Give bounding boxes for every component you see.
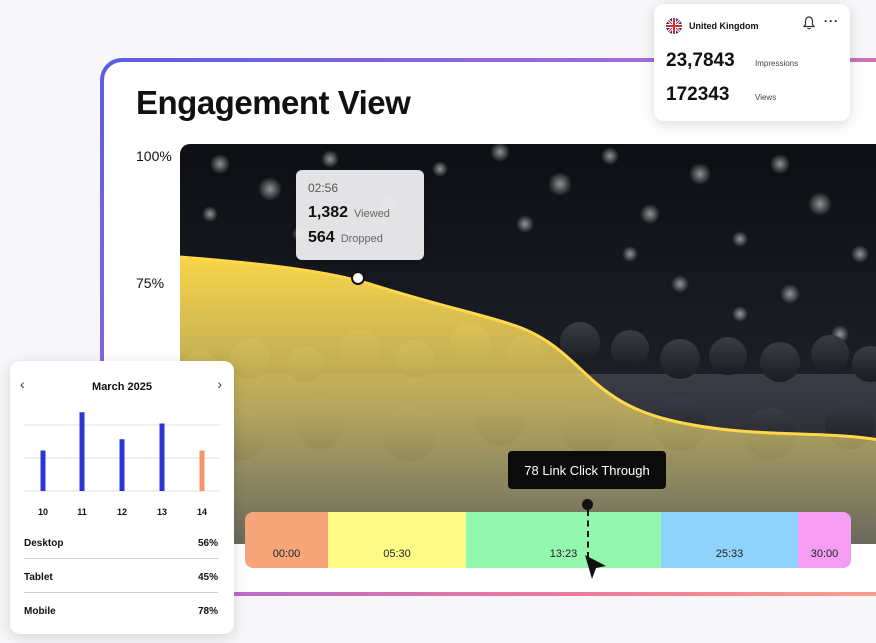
day-label: 14 bbox=[196, 507, 207, 517]
timeline-segment[interactable]: 30:00 bbox=[798, 512, 851, 568]
uk-flag-icon bbox=[666, 18, 682, 34]
more-options-icon[interactable]: ··· bbox=[824, 14, 839, 28]
impressions-value: 23,7843 bbox=[666, 50, 735, 71]
tooltip-dropped-row: 564 Dropped bbox=[308, 229, 383, 247]
impressions-label: Impressions bbox=[755, 59, 799, 68]
device-value: 56% bbox=[197, 538, 218, 549]
device-name: Mobile bbox=[24, 606, 56, 617]
timeline-label: 25:33 bbox=[715, 548, 744, 560]
device-value: 45% bbox=[197, 572, 218, 583]
day-label: 13 bbox=[156, 507, 167, 517]
country-name: United Kingdom bbox=[689, 21, 759, 31]
curve-point-handle[interactable] bbox=[351, 271, 365, 285]
timeline-marker-dot[interactable] bbox=[582, 499, 593, 510]
y-axis-label-mid: 75% bbox=[136, 275, 165, 291]
engagement-tooltip: 02:56 1,382 Viewed 564 Dropped bbox=[296, 170, 424, 260]
dropped-value: 564 bbox=[308, 229, 335, 246]
tooltip-viewed-row: 1,382 Viewed bbox=[308, 204, 390, 222]
timeline-segment[interactable]: 05:30 bbox=[328, 512, 466, 568]
page-title: Engagement View bbox=[136, 84, 411, 121]
region-stats-card: United Kingdom ··· 23,7843 Impressions 1… bbox=[654, 4, 850, 121]
timeline-bar[interactable]: 00:00 05:30 13:23 25:33 30:00 bbox=[245, 512, 851, 568]
views-value: 172343 bbox=[666, 84, 730, 105]
viewed-value: 1,382 bbox=[308, 204, 349, 221]
device-breakdown-card: ‹ March 2025 › 10 11 12 13 14 Desktop 56… bbox=[10, 361, 234, 634]
bar-14[interactable] bbox=[199, 450, 205, 492]
daily-bar-chart bbox=[24, 412, 220, 492]
timeline-label: 30:00 bbox=[810, 548, 839, 560]
bar-10[interactable] bbox=[40, 450, 46, 492]
day-label: 10 bbox=[37, 507, 48, 517]
device-name: Desktop bbox=[24, 538, 64, 549]
viewed-label: Viewed bbox=[354, 208, 390, 220]
timeline-label: 00:00 bbox=[272, 548, 301, 560]
device-row-tablet: Tablet 45% bbox=[24, 568, 218, 593]
timeline-marker-line bbox=[587, 510, 589, 558]
bell-icon[interactable] bbox=[803, 16, 815, 30]
day-label: 12 bbox=[116, 507, 127, 517]
day-label: 11 bbox=[77, 507, 87, 517]
tooltip-time: 02:56 bbox=[308, 181, 339, 195]
y-axis-label-top: 100% bbox=[136, 148, 172, 164]
device-row-desktop: Desktop 56% bbox=[24, 534, 218, 559]
cursor-arrow-icon bbox=[585, 555, 606, 579]
bar-12[interactable] bbox=[119, 439, 125, 491]
device-row-mobile: Mobile 78% bbox=[24, 602, 218, 626]
timeline-segment[interactable]: 25:33 bbox=[661, 512, 798, 568]
dropped-label: Dropped bbox=[340, 233, 383, 245]
link-click-callout: 78 Link Click Through bbox=[508, 451, 666, 489]
device-name: Tablet bbox=[24, 572, 53, 583]
views-label: Views bbox=[755, 93, 777, 102]
device-value: 78% bbox=[197, 606, 218, 617]
bar-11[interactable] bbox=[79, 412, 85, 491]
bar-13[interactable] bbox=[159, 423, 165, 492]
timeline-label: 13:23 bbox=[549, 548, 578, 560]
timeline-segment[interactable]: 00:00 bbox=[245, 512, 328, 568]
timeline-segment[interactable]: 13:23 bbox=[466, 512, 661, 568]
timeline-label: 05:30 bbox=[383, 548, 411, 560]
